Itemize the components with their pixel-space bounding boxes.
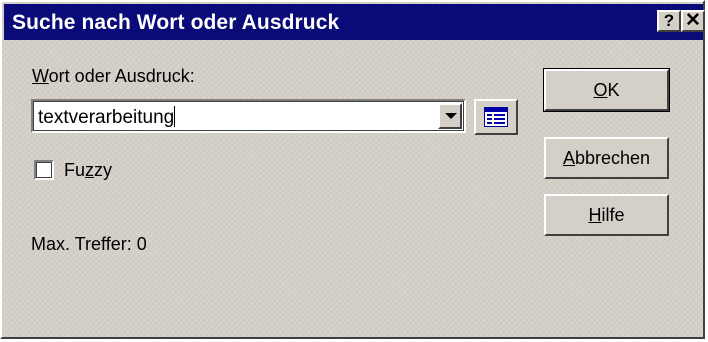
search-combobox[interactable]: textverarbeitung — [31, 99, 466, 133]
close-title-button[interactable]: ✕ — [681, 10, 705, 32]
search-input[interactable]: textverarbeitung — [38, 106, 176, 129]
title-bar[interactable]: Suche nach Wort oder Ausdruck ? ✕ — [4, 4, 705, 40]
cancel-button[interactable]: Abbrechen — [544, 137, 669, 179]
word-list-button[interactable] — [474, 99, 518, 135]
search-dialog: Suche nach Wort oder Ausdruck ? ✕ Wort o… — [0, 0, 705, 339]
question-mark-icon: ? — [663, 11, 675, 30]
list-icon — [484, 107, 508, 127]
fuzzy-label[interactable]: Fuzzy — [64, 160, 112, 181]
help-title-button[interactable]: ? — [657, 10, 681, 32]
search-label: Wort oder Ausdruck: — [32, 66, 195, 86]
max-hits-text: Max. Treffer: 0 — [31, 234, 147, 254]
text-caret — [174, 106, 176, 127]
ok-button[interactable]: OK — [543, 68, 670, 112]
chevron-down-icon[interactable] — [438, 103, 462, 129]
fuzzy-checkbox[interactable] — [34, 160, 54, 180]
dialog-title: Suche nach Wort oder Ausdruck — [12, 11, 340, 34]
help-button[interactable]: Hilfe — [544, 194, 669, 236]
close-icon: ✕ — [685, 10, 701, 31]
